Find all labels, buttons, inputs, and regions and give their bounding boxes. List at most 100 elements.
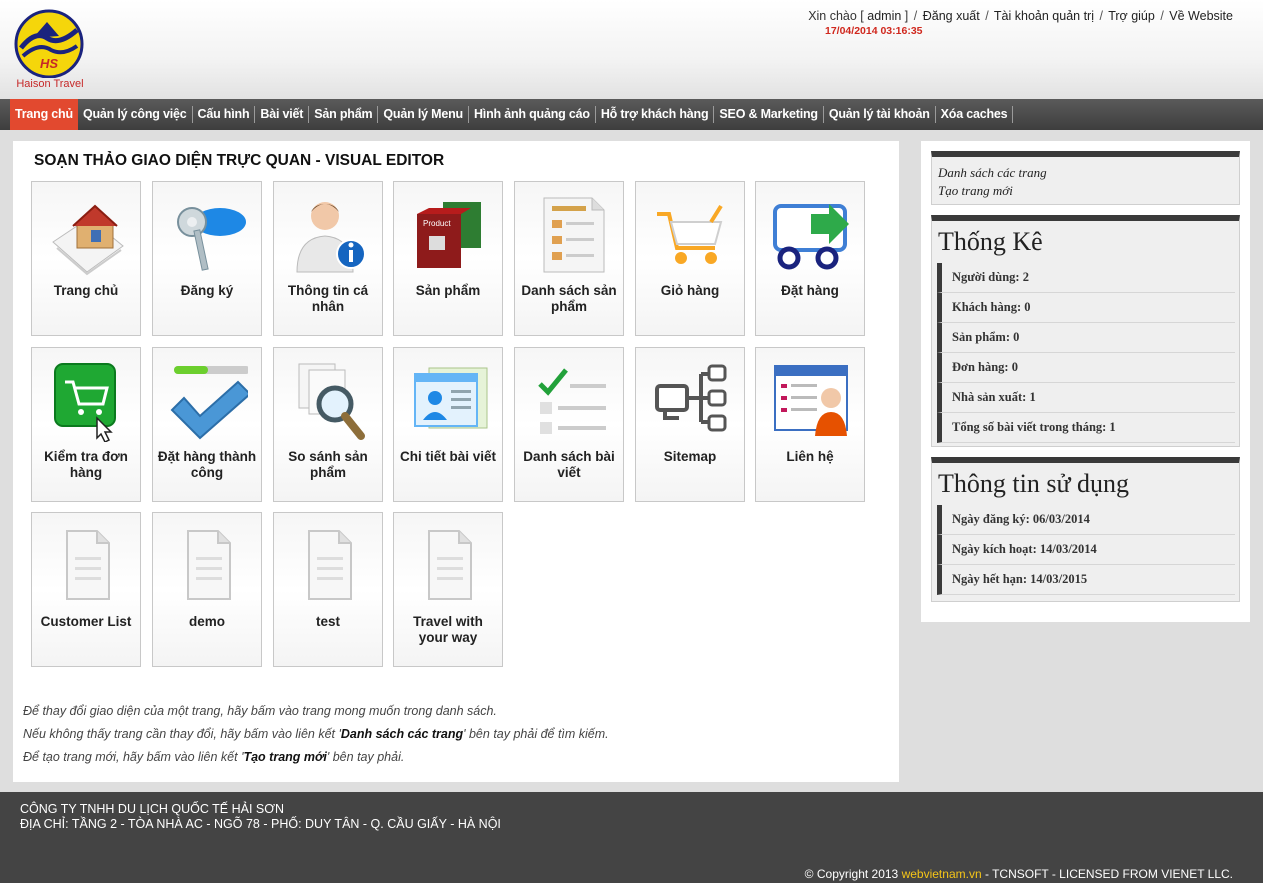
- logout-link[interactable]: Đăng xuất: [923, 9, 980, 23]
- document-icon: [428, 530, 472, 600]
- nav-item-tasks[interactable]: Quản lý công việc: [78, 99, 192, 130]
- stats-title: Thống Kê: [938, 227, 1043, 256]
- sidebar: Danh sách các trang Tạo trang mới Thống …: [921, 141, 1250, 622]
- tile-label: Thông tin cá nhân: [287, 283, 369, 314]
- nav-item-support[interactable]: Hỗ trợ khách hàng: [596, 99, 714, 130]
- separator: /: [985, 9, 989, 23]
- new-page-link[interactable]: Tạo trang mới: [938, 182, 1239, 200]
- company-name: CÔNG TY TNHH DU LỊCH QUỐC TẾ HẢI SƠN: [20, 802, 284, 816]
- tile-test[interactable]: test: [273, 512, 383, 667]
- nav-item-clear-cache[interactable]: Xóa caches: [936, 99, 1013, 130]
- separator: /: [1160, 9, 1164, 23]
- usage-box: Thông tin sử dụng Ngày đăng ký: 06/03/20…: [931, 457, 1240, 602]
- copyright: © Copyright 2013 webvietnam.vn - TCNSOFT…: [805, 867, 1233, 881]
- help-link[interactable]: Trợ giúp: [1108, 9, 1155, 23]
- user-links: Xin chào [ admin ] / Đăng xuất / Tài kho…: [808, 9, 1233, 23]
- tile-article-detail[interactable]: Chi tiết bài viết: [393, 347, 503, 502]
- username-link[interactable]: admin: [867, 9, 901, 23]
- company-address: ĐỊA CHỈ: TẦNG 2 - TÒA NHÀ AC - NGÕ 78 - …: [20, 817, 501, 831]
- tile-profile[interactable]: Thông tin cá nhân: [273, 181, 383, 336]
- help-text-part: Nếu không thấy trang cần thay đổi, hãy b…: [23, 727, 341, 741]
- contact-icon: [774, 365, 848, 436]
- stat-users: Người dùng: 2: [937, 263, 1235, 293]
- checkmark-icon: [170, 366, 248, 440]
- visual-editor-panel: SOẠN THẢO GIAO DIỆN TRỰC QUAN - VISUAL E…: [13, 141, 899, 782]
- nav-item-accounts[interactable]: Quản lý tài khoản: [824, 99, 935, 130]
- company-info: CÔNG TY TNHH DU LỊCH QUỐC TẾ HẢI SƠN ĐỊA…: [20, 802, 501, 832]
- tile-label: Giỏ hàng: [660, 283, 720, 298]
- stat-articles-month: Tổng số bài viết trong tháng: 1: [937, 413, 1235, 443]
- usage-registered: Ngày đăng ký: 06/03/2014: [937, 505, 1235, 535]
- help-text: Để thay đổi giao diện của một trang, hãy…: [23, 704, 609, 773]
- nav-item-ads[interactable]: Hình ảnh quảng cáo: [469, 99, 595, 130]
- page-title: SOẠN THẢO GIAO DIỆN TRỰC QUAN - VISUAL E…: [34, 152, 445, 169]
- copyright-prefix: © Copyright 2013: [804, 867, 902, 881]
- tile-label: Trang chủ: [53, 283, 119, 298]
- tile-compare[interactable]: So sánh sản phẩm: [273, 347, 383, 502]
- tile-order-success[interactable]: Đặt hàng thành công: [152, 347, 262, 502]
- stats-box: Thống Kê Người dùng: 2 Khách hàng: 0 Sản…: [931, 215, 1240, 447]
- usage-expires: Ngày hết hạn: 14/03/2015: [937, 565, 1235, 595]
- footer: CÔNG TY TNHH DU LỊCH QUỐC TẾ HẢI SƠN ĐỊA…: [0, 792, 1263, 883]
- admin-account-link[interactable]: Tài khoản quản trị: [994, 9, 1094, 23]
- tile-register[interactable]: Đăng ký: [152, 181, 262, 336]
- tile-label: Danh sách bài viết: [523, 449, 615, 480]
- help-line-3: Để tạo trang mới, hãy bấm vào liên kết '…: [23, 750, 609, 764]
- nav-item-home[interactable]: Trang chủ: [10, 99, 78, 130]
- tile-label: Customer List: [40, 614, 132, 629]
- tile-products[interactable]: Product Sản phẩm: [393, 181, 503, 336]
- tile-order[interactable]: Đặt hàng: [755, 181, 865, 336]
- tile-label: demo: [188, 614, 225, 629]
- site-logo[interactable]: HS Haison Travel: [13, 8, 87, 92]
- separator: /: [1099, 9, 1103, 23]
- document-icon: [308, 530, 352, 600]
- page-links-box: Danh sách các trang Tạo trang mới: [931, 151, 1240, 205]
- document-icon: [187, 530, 231, 600]
- tile-cart[interactable]: Giỏ hàng: [635, 181, 745, 336]
- tile-label: Liên hệ: [786, 449, 834, 464]
- svg-text:HS: HS: [40, 56, 58, 71]
- nav-item-articles[interactable]: Bài viết: [255, 99, 308, 130]
- home-icon: [52, 204, 124, 276]
- main-nav: Trang chủ Quản lý công việc Cấu hình Bài…: [0, 99, 1263, 130]
- sitemap-icon: [655, 364, 727, 432]
- webvietnam-link[interactable]: webvietnam.vn: [902, 867, 982, 881]
- tile-order-check[interactable]: Kiểm tra đơn hàng: [31, 347, 141, 502]
- website-link[interactable]: Về Website: [1169, 9, 1233, 23]
- help-text-part: Để tạo trang mới, hãy bấm vào liên kết ': [23, 750, 244, 764]
- tile-label: Đặt hàng thành công: [157, 449, 257, 480]
- nav-item-seo[interactable]: SEO & Marketing: [714, 99, 822, 130]
- nav-item-menu[interactable]: Quản lý Menu: [378, 99, 468, 130]
- tile-sitemap[interactable]: Sitemap: [635, 347, 745, 502]
- tile-contact[interactable]: Liên hệ: [755, 347, 865, 502]
- checklist-icon: [538, 368, 606, 434]
- tile-product-list[interactable]: Danh sách sản phẩm: [514, 181, 624, 336]
- key-icon: [177, 207, 246, 271]
- header: HS Haison Travel Xin chào [ admin ] / Đă…: [0, 0, 1263, 99]
- product-box-icon: Product: [417, 202, 481, 268]
- tile-label: So sánh sản phẩm: [288, 449, 368, 480]
- help-line-1: Để thay đổi giao diện của một trang, hãy…: [23, 704, 497, 718]
- nav-divider: [1012, 106, 1014, 123]
- tile-demo[interactable]: demo: [152, 512, 262, 667]
- tile-label: Sản phẩm: [415, 283, 481, 298]
- tile-label: test: [315, 614, 340, 629]
- stat-manufacturers: Nhà sản xuất: 1: [937, 383, 1235, 413]
- tile-travel-with-your-way[interactable]: Travel with your way: [393, 512, 503, 667]
- tile-label: Danh sách sản phẩm: [521, 283, 617, 314]
- nav-item-config[interactable]: Cấu hình: [193, 99, 255, 130]
- user-info-icon: [296, 202, 366, 273]
- separator: /: [913, 9, 918, 23]
- help-link-new-page: Tạo trang mới: [243, 750, 327, 764]
- tile-home[interactable]: Trang chủ: [31, 181, 141, 336]
- article-detail-icon: [414, 367, 488, 429]
- page-list-link[interactable]: Danh sách các trang: [938, 164, 1239, 182]
- nav-item-products[interactable]: Sản phẩm: [309, 99, 377, 130]
- help-link-page-list: Danh sách các trang: [340, 727, 464, 741]
- tile-article-list[interactable]: Danh sách bài viết: [514, 347, 624, 502]
- usage-title: Thông tin sử dụng: [938, 469, 1130, 498]
- tile-label: Chi tiết bài viết: [399, 449, 497, 464]
- order-check-icon: [54, 363, 116, 442]
- stat-orders: Đơn hàng: 0: [937, 353, 1235, 383]
- tile-customer-list[interactable]: Customer List: [31, 512, 141, 667]
